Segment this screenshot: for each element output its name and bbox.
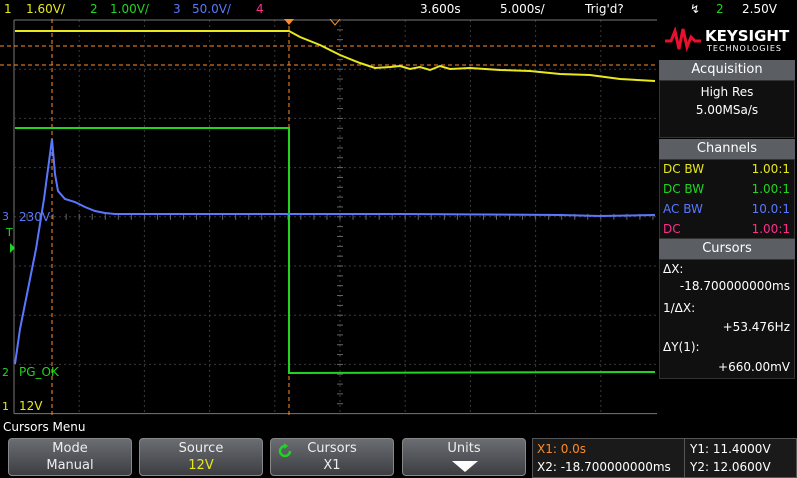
channels-box: DC BW 1.00:1 DC BW 1.00:1 AC BW 10.0:1 DC 1.00:…	[659, 159, 795, 239]
cursor-readout: X1: 0.0s X2: -18.700000000ms Y1: 11.4000…	[532, 438, 797, 478]
acquisition-mode: High Res	[700, 85, 754, 99]
channel-probe-ratio: 10.0:1	[751, 202, 790, 216]
trigger-edge-icon: ↯	[690, 2, 701, 16]
ch3-ground-marker[interactable]: 3	[2, 210, 9, 223]
cursors-softkey-label: Cursors	[307, 441, 357, 456]
channel-coupling: DC BW	[663, 182, 705, 196]
ch2-ground-marker[interactable]: 2	[2, 366, 9, 379]
units-softkey-label: Units	[447, 441, 481, 456]
x2-readout: X2: -18.700000000ms	[537, 460, 671, 474]
readout-divider	[684, 439, 685, 477]
cursors-box: ΔX: -18.700000000ms 1/ΔX: +53.476Hz ΔY(1…	[659, 259, 795, 379]
channel-coupling: AC BW	[663, 202, 703, 216]
channel-row[interactable]: DC BW 1.00:1	[660, 160, 794, 179]
channel-row[interactable]: AC BW 10.0:1	[660, 200, 794, 219]
ch1-ground-marker[interactable]: 1	[2, 400, 9, 413]
trigger-level[interactable]: 2.50V	[742, 2, 777, 16]
ch1-scale[interactable]: 1.60V/	[26, 2, 65, 16]
graticule	[13, 19, 657, 415]
menu-title: Cursors Menu	[3, 420, 86, 434]
keysight-wave-icon	[665, 27, 701, 53]
cursors-header[interactable]: Cursors	[659, 239, 795, 259]
ch2-trace	[15, 127, 656, 375]
ch3-scale[interactable]: 50.0V/	[192, 2, 231, 16]
channel-probe-ratio: 1.00:1	[751, 162, 790, 176]
acquisition-box: High Res 5.00MSa/s	[659, 80, 795, 138]
delta-y-value: +660.00mV	[718, 360, 790, 374]
delta-y-label: ΔY(1):	[663, 340, 700, 354]
channel-coupling: DC BW	[663, 162, 705, 176]
source-softkey-label: Source	[178, 441, 224, 456]
mode-softkey[interactable]: Mode Manual	[8, 438, 132, 476]
brand-sub: TECHNOLOGIES	[707, 44, 782, 53]
delta-x-value: -18.700000000ms	[679, 279, 790, 293]
channel-probe-ratio: 1.00:1	[751, 182, 790, 196]
inverse-delta-x-label: 1/ΔX:	[663, 301, 696, 315]
mode-softkey-label: Mode	[52, 441, 88, 456]
brand-logo: KEYSIGHT TECHNOLOGIES	[661, 23, 795, 57]
status-bar: 1 1.60V/ 2 1.00V/ 3 50.0V/ 4 3.600s 5.00…	[0, 0, 797, 19]
ch2-label: PG_OK	[19, 365, 60, 379]
y2-readout: Y2: 12.0600V	[690, 460, 771, 474]
channel-row[interactable]: DC BW 1.00:1	[660, 180, 794, 199]
ch2-scale[interactable]: 1.00V/	[110, 2, 149, 16]
delta-x-label: ΔX:	[663, 262, 684, 276]
source-softkey-value: 12V	[188, 458, 214, 473]
channels-header[interactable]: Channels	[659, 139, 795, 159]
acquisition-header[interactable]: Acquisition	[659, 60, 795, 80]
y1-readout: Y1: 11.4000V	[690, 442, 771, 456]
ch1-trace	[15, 30, 656, 82]
cursors-softkey-value: X1	[323, 458, 341, 473]
time-scale[interactable]: 5.000s/	[500, 2, 545, 16]
ch3-number[interactable]: 3	[173, 2, 181, 16]
channel-row[interactable]: DC 1.00:1	[660, 220, 794, 239]
time-position[interactable]: 3.600s	[420, 2, 461, 16]
inverse-delta-x-value: +53.476Hz	[722, 320, 790, 334]
trigger-level-marker[interactable]: T	[5, 226, 13, 239]
trigger-channel[interactable]: 2	[716, 2, 724, 16]
cursors-softkey[interactable]: Cursors X1	[270, 438, 394, 476]
submenu-arrow-icon	[452, 461, 478, 472]
channel-probe-ratio: 1.00:1	[751, 222, 790, 236]
trigger-status: Trig'd?	[585, 2, 624, 16]
x1-readout: X1: 0.0s	[537, 442, 587, 456]
ch3-label: 230V	[19, 210, 51, 224]
channel-coupling: DC	[663, 222, 681, 236]
units-softkey[interactable]: Units	[402, 438, 526, 476]
ch2-number[interactable]: 2	[90, 2, 98, 16]
ch3-trace	[14, 138, 656, 365]
sample-rate: 5.00MSa/s	[695, 103, 759, 117]
ch4-number[interactable]: 4	[256, 2, 264, 16]
side-panel: KEYSIGHT TECHNOLOGIES Acquisition High R…	[657, 19, 797, 418]
waveform-display[interactable]: 3 T 230V 2 PG_OK 1 12V	[0, 19, 657, 418]
mode-softkey-value: Manual	[46, 458, 94, 473]
ch1-number[interactable]: 1	[4, 2, 12, 16]
source-softkey[interactable]: Source 12V	[139, 438, 263, 476]
ch1-label: 12V	[19, 399, 43, 413]
brand-name: KEYSIGHT	[705, 27, 790, 45]
